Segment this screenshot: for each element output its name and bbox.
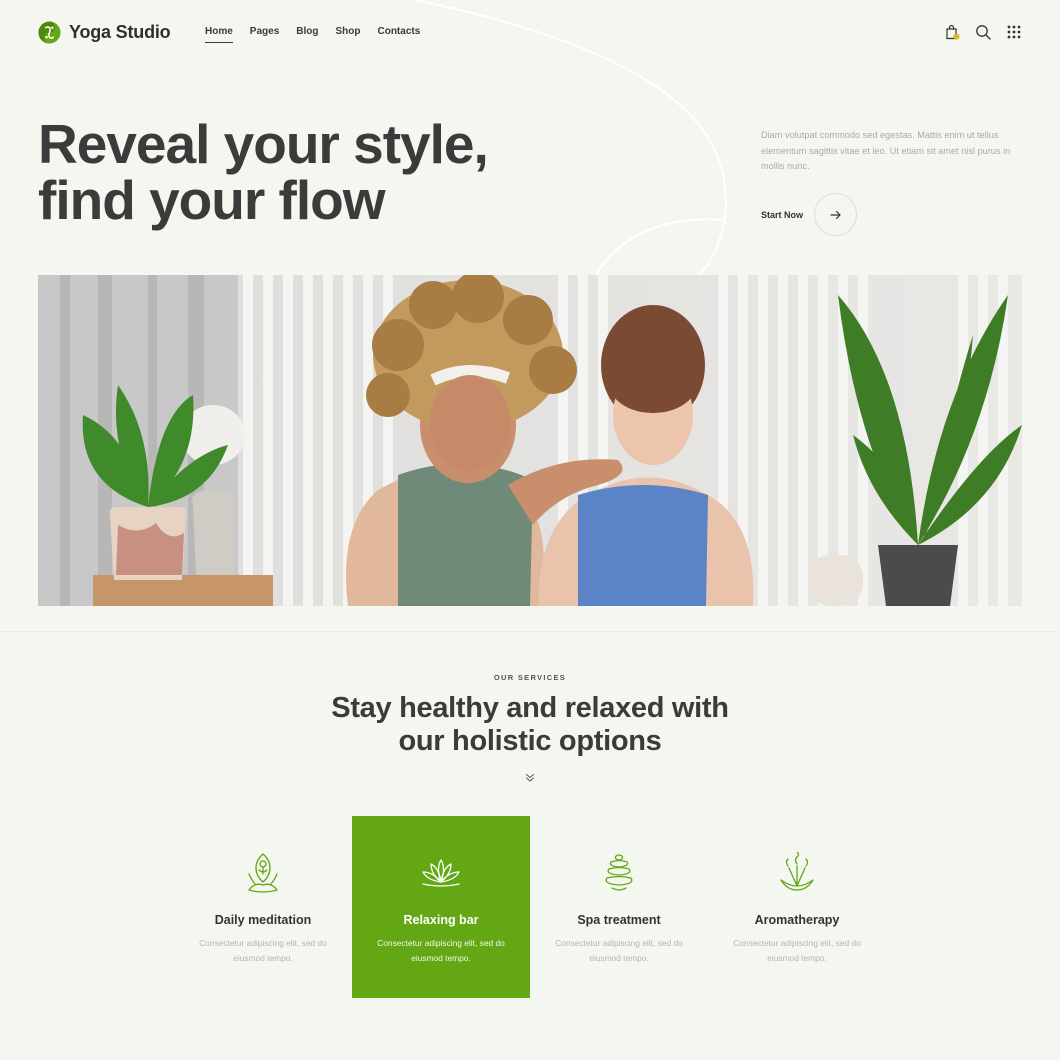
hero-title-line-2: find your flow <box>38 169 386 231</box>
services-cards: Daily meditation Consectetur adipiscing … <box>174 816 886 998</box>
double-chevron-down-icon <box>526 774 534 782</box>
brand-name: Yoga Studio <box>69 22 171 42</box>
services-title-line-2: our holistic options <box>398 725 662 757</box>
service-card-spa-treatment[interactable]: Spa treatment Consectetur adipiscing eli… <box>530 816 708 998</box>
service-card-title: Aromatherapy <box>754 913 840 927</box>
header-actions <box>944 24 1022 40</box>
services-title: Stay healthy and relaxed with our holist… <box>230 692 830 758</box>
service-card-title: Daily meditation <box>214 913 312 927</box>
spa-stones-icon <box>605 854 633 891</box>
hero-title-line-1: Reveal your style, <box>38 113 489 175</box>
service-card-text: Consectetur adipiscing elit, sed do eius… <box>733 938 861 963</box>
yin-yang-logo-icon <box>38 21 61 44</box>
hero-title: Reveal your style, find your flow <box>38 116 558 228</box>
meditation-icon <box>248 853 278 893</box>
service-card-title: Relaxing bar <box>403 913 479 927</box>
main-nav: Home Pages Blog Shop Contacts <box>205 26 420 43</box>
service-card-relaxing-bar[interactable]: Relaxing bar Consectetur adipiscing elit… <box>352 816 530 998</box>
service-card-text: Consectetur adipiscing elit, sed do eius… <box>377 938 505 963</box>
service-card-aromatherapy[interactable]: Aromatherapy Consectetur adipiscing elit… <box>708 816 886 998</box>
yoga-women-photo <box>38 275 1022 606</box>
nav-item-pages[interactable]: Pages <box>250 26 279 43</box>
services-eyebrow: OUR SERVICES <box>493 673 567 682</box>
service-card-title: Spa treatment <box>577 913 661 927</box>
hero-image <box>38 275 1022 606</box>
service-card-daily-meditation[interactable]: Daily meditation Consectetur adipiscing … <box>174 816 352 998</box>
service-card-text: Consectetur adipiscing elit, sed do eius… <box>555 938 683 963</box>
service-card-text: Consectetur adipiscing elit, sed do eius… <box>199 938 327 963</box>
nav-item-shop[interactable]: Shop <box>335 26 360 43</box>
nav-item-blog[interactable]: Blog <box>296 26 318 43</box>
nav-item-contacts[interactable]: Contacts <box>377 26 420 43</box>
services-title-line-1: Stay healthy and relaxed with <box>331 692 729 724</box>
shopping-bag-icon[interactable] <box>944 24 960 40</box>
start-now-circle[interactable] <box>814 193 858 236</box>
search-icon[interactable] <box>975 24 991 40</box>
site-header: Yoga Studio Home Pages Blog Shop Contact… <box>38 18 1022 48</box>
hero-description: Diam volutpat commodo sed egestas. Matti… <box>761 130 1011 171</box>
start-now-label: Start Now <box>761 209 804 220</box>
grid-menu-icon[interactable] <box>1006 24 1022 40</box>
aroma-sticks-icon <box>780 852 814 891</box>
nav-item-home[interactable]: Home <box>205 26 233 43</box>
start-now-button[interactable]: Start Now <box>761 193 858 236</box>
section-divider <box>0 631 1060 632</box>
arrow-right-icon <box>829 210 841 219</box>
lotus-icon <box>422 859 460 887</box>
brand-logo[interactable]: Yoga Studio <box>38 21 171 44</box>
